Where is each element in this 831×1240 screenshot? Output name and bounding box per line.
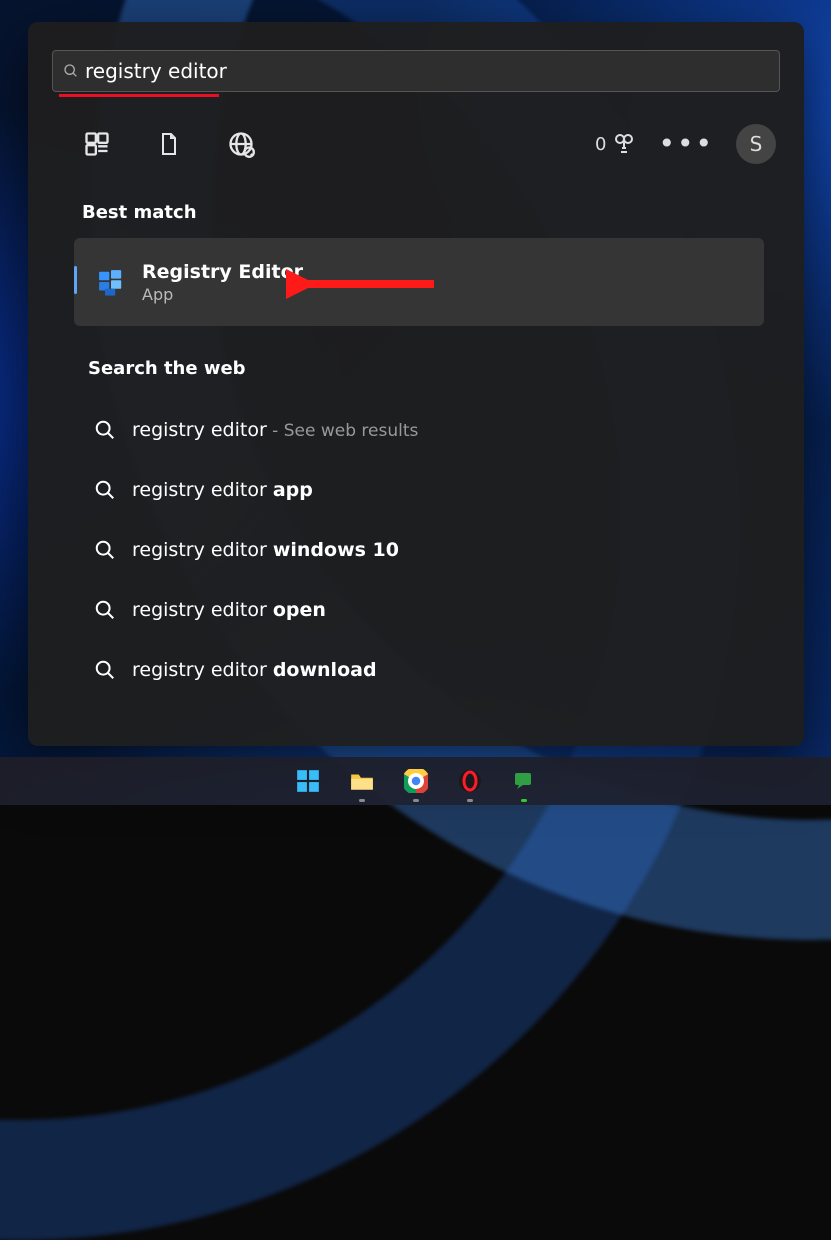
opera-button[interactable] [457,768,483,794]
registry-editor-icon [94,265,128,299]
result-subtitle: App [142,285,303,304]
taskbar [0,757,831,805]
chrome-button[interactable] [403,768,429,794]
search-icon [63,63,79,79]
web-result[interactable]: registry editor app [88,460,748,520]
user-avatar[interactable]: S [736,124,776,164]
start-search-panel: 0 ••• S Best match Registry Editor App [28,22,804,746]
best-match-result[interactable]: Registry Editor App [74,238,764,326]
chat-button[interactable] [511,768,537,794]
search-icon [94,479,116,501]
apps-filter-icon[interactable] [82,129,112,159]
filter-row: 0 ••• S [82,124,776,164]
result-title: Registry Editor [142,261,303,283]
avatar-initial: S [750,132,763,156]
web-results-list: registry editor - See web results regist… [88,400,748,700]
search-icon [94,599,116,621]
annotation-underline [59,94,219,97]
search-icon [94,419,116,441]
more-options-button[interactable]: ••• [658,139,714,149]
search-icon [94,659,116,681]
web-result[interactable]: registry editor download [88,640,748,700]
trophy-icon [612,132,636,156]
web-result[interactable]: registry editor windows 10 [88,520,748,580]
search-input-container[interactable] [52,50,780,92]
file-explorer-button[interactable] [349,768,375,794]
search-web-label: Search the web [88,358,246,379]
start-button[interactable] [295,768,321,794]
web-filter-icon[interactable] [226,129,256,159]
search-icon [94,539,116,561]
rewards-points[interactable]: 0 [595,132,636,156]
web-result[interactable]: registry editor open [88,580,748,640]
best-match-label: Best match [82,202,197,223]
web-result[interactable]: registry editor - See web results [88,400,748,460]
documents-filter-icon[interactable] [154,129,184,159]
points-count: 0 [595,134,606,155]
search-input[interactable] [85,59,769,83]
selection-indicator [74,266,77,294]
